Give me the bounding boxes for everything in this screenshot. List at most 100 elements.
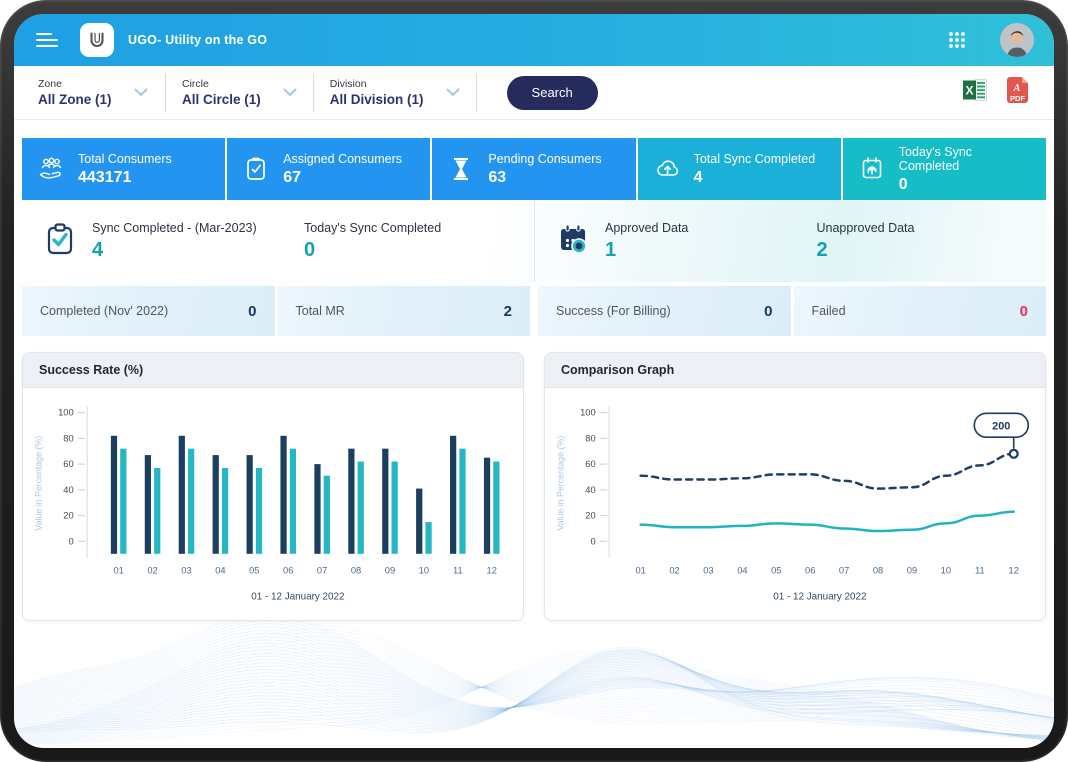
sync-summary-panel: Sync Completed - (Mar-2023) 4 Today's Sy…	[22, 200, 534, 282]
metric-value: 0	[1020, 303, 1028, 320]
comparison-line-chart[interactable]: 020406080100Value in Percentage (%)01020…	[545, 388, 1045, 620]
clipboard-check-icon	[241, 154, 271, 184]
svg-text:06: 06	[805, 566, 815, 576]
svg-text:05: 05	[249, 566, 259, 576]
summary-label: Sync Completed - (Mar-2023)	[92, 221, 304, 235]
metric-label: Total MR	[296, 304, 345, 318]
svg-text:0: 0	[68, 536, 73, 546]
metric-value: 0	[764, 303, 772, 320]
kpi-value: 443171	[78, 169, 172, 187]
circle-value: All Circle (1)	[182, 92, 261, 107]
chevron-down-icon	[283, 88, 297, 97]
excel-export-icon[interactable]: X	[961, 77, 989, 108]
kpi-label: Total Consumers	[78, 152, 172, 166]
chart-title: Comparison Graph	[545, 353, 1045, 388]
svg-text:08: 08	[873, 566, 883, 576]
kpi-label: Pending Consumers	[488, 152, 601, 166]
svg-text:01 - 12 January 2022: 01 - 12 January 2022	[773, 591, 866, 602]
svg-text:20: 20	[585, 511, 595, 521]
kpi-label: Today's Sync Completed	[899, 145, 1032, 173]
division-select[interactable]: Division All Division (1)	[330, 74, 477, 112]
svg-text:40: 40	[585, 485, 595, 495]
app-logo-icon	[80, 23, 114, 57]
svg-text:06: 06	[283, 566, 293, 576]
svg-text:60: 60	[63, 459, 73, 469]
svg-text:Value in Percentage (%): Value in Percentage (%)	[33, 436, 43, 531]
svg-text:80: 80	[585, 433, 595, 443]
filter-bar: Zone All Zone (1) Circle All Circle (1) …	[14, 66, 1054, 120]
summary-value: 4	[92, 239, 304, 262]
summary-value: 2	[817, 239, 1029, 262]
svg-text:05: 05	[771, 566, 781, 576]
metric-strip: Completed (Nov' 2022) 0 Total MR 2 Succe…	[22, 286, 1046, 336]
kpi-total-sync: Total Sync Completed 4	[638, 138, 841, 200]
tablet-frame: UGO- Utility on the GO	[0, 0, 1068, 762]
kpi-pending-consumers: Pending Consumers 63	[432, 138, 635, 200]
svg-text:04: 04	[215, 566, 225, 576]
summary-label: Unapproved Data	[817, 221, 1029, 235]
svg-text:01 - 12 January 2022: 01 - 12 January 2022	[251, 591, 344, 602]
calendar-upload-icon	[857, 154, 887, 184]
zone-select[interactable]: Zone All Zone (1)	[38, 74, 166, 112]
kpi-assigned-consumers: Assigned Consumers 67	[227, 138, 430, 200]
kpi-card-row: Total Consumers 443171 Assigned Consumer…	[22, 138, 1046, 200]
metric-label: Failed	[812, 304, 846, 318]
summary-item: Sync Completed - (Mar-2023) 4	[92, 221, 304, 262]
kpi-label: Assigned Consumers	[283, 152, 402, 166]
svg-text:PDF: PDF	[1010, 94, 1025, 103]
division-label: Division	[330, 78, 424, 90]
svg-text:10: 10	[941, 566, 951, 576]
summary-label: Approved Data	[605, 221, 817, 235]
metric-success-billing: Success (For Billing) 0	[538, 286, 791, 336]
hourglass-icon	[446, 154, 476, 184]
summary-row: Sync Completed - (Mar-2023) 4 Today's Sy…	[22, 200, 1046, 284]
svg-text:Value in Percentage (%): Value in Percentage (%)	[555, 436, 565, 531]
circle-label: Circle	[182, 78, 261, 90]
svg-text:02: 02	[669, 566, 679, 576]
app-bar: UGO- Utility on the GO	[14, 14, 1054, 66]
clipboard-check-icon	[40, 219, 92, 264]
svg-text:02: 02	[147, 566, 157, 576]
pdf-export-icon[interactable]: A PDF	[1005, 76, 1030, 109]
consumers-icon	[36, 154, 66, 184]
svg-text:07: 07	[317, 566, 327, 576]
kpi-total-consumers: Total Consumers 443171	[22, 138, 225, 200]
success-rate-bar-chart[interactable]: 020406080100Value in Percentage (%)01020…	[23, 388, 523, 620]
division-value: All Division (1)	[330, 92, 424, 107]
svg-text:100: 100	[580, 408, 596, 418]
app-screen: UGO- Utility on the GO	[14, 14, 1054, 748]
chevron-down-icon	[446, 88, 460, 97]
apps-grid-icon[interactable]	[946, 29, 968, 51]
charts-row: Success Rate (%) 020406080100Value in Pe…	[22, 352, 1046, 621]
summary-value: 1	[605, 239, 817, 262]
svg-text:01: 01	[113, 566, 123, 576]
kpi-value: 0	[899, 176, 1032, 194]
svg-text:60: 60	[585, 459, 595, 469]
metric-total-mr: Total MR 2	[278, 286, 531, 336]
user-avatar[interactable]	[1000, 23, 1034, 57]
svg-text:09: 09	[907, 566, 917, 576]
comparison-chart-card: Comparison Graph 020406080100Value in Pe…	[544, 352, 1046, 621]
svg-text:12: 12	[1009, 566, 1019, 576]
metric-completed: Completed (Nov' 2022) 0	[22, 286, 275, 336]
metric-failed: Failed 0	[794, 286, 1047, 336]
calendar-approved-icon	[553, 219, 605, 264]
search-button[interactable]: Search	[507, 76, 598, 110]
chevron-down-icon	[134, 88, 148, 97]
kpi-today-sync: Today's Sync Completed 0	[843, 138, 1046, 200]
svg-text:12: 12	[487, 566, 497, 576]
circle-select[interactable]: Circle All Circle (1)	[182, 74, 314, 112]
metric-value: 2	[504, 303, 512, 320]
summary-item: Unapproved Data 2	[817, 221, 1029, 262]
summary-item: Approved Data 1	[605, 221, 817, 262]
kpi-label: Total Sync Completed	[694, 152, 816, 166]
cloud-upload-icon	[652, 154, 682, 184]
svg-text:03: 03	[181, 566, 191, 576]
svg-text:40: 40	[63, 485, 73, 495]
metric-value: 0	[248, 303, 256, 320]
summary-label: Today's Sync Completed	[304, 221, 516, 235]
menu-icon[interactable]	[36, 27, 66, 53]
chart-title: Success Rate (%)	[23, 353, 523, 388]
svg-text:11: 11	[453, 566, 463, 576]
summary-item: Today's Sync Completed 0	[304, 221, 516, 262]
